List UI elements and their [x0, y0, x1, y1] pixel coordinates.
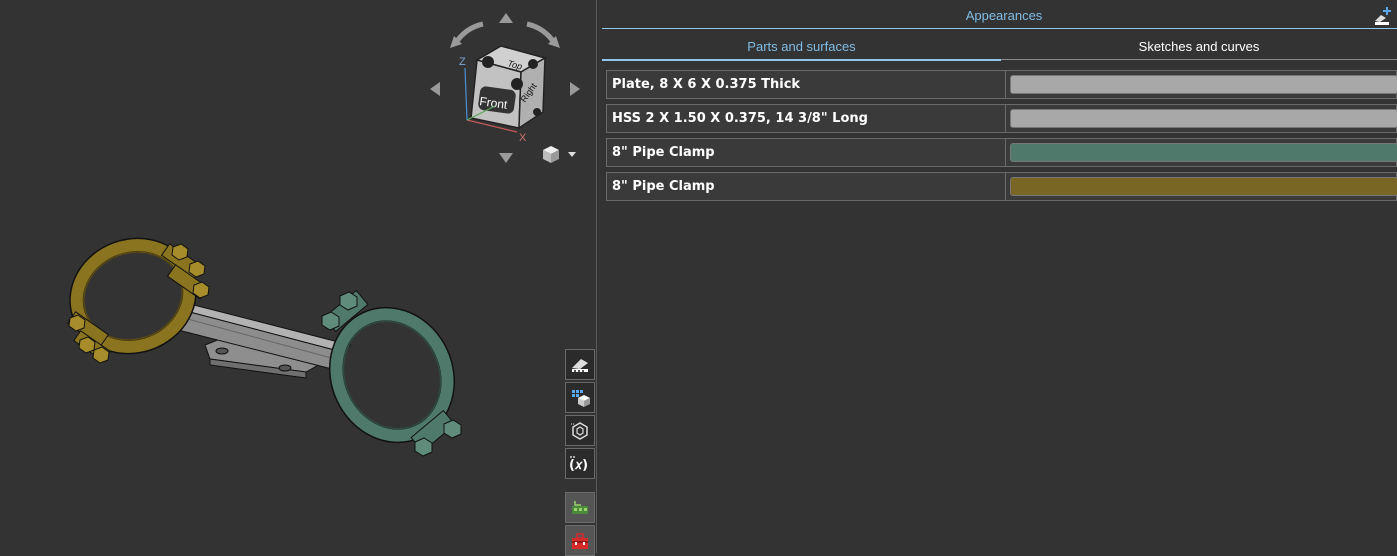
svg-text:(𝑥): (𝑥): [569, 458, 588, 473]
variables-icon: (𝑥): [569, 455, 588, 473]
part-name: HSS 2 X 1.50 X 0.375, 14 3/8" Long: [612, 111, 868, 126]
rotate-down-icon: [499, 153, 513, 163]
title-underline: [602, 28, 1397, 29]
part-row[interactable]: HSS 2 X 1.50 X 0.375, 14 3/8" Long: [606, 104, 1397, 133]
toolbox-button[interactable]: [565, 525, 595, 556]
gold-pipe-clamp[interactable]: [62, 230, 210, 364]
panel-title: Appearances: [965, 8, 1043, 23]
color-swatch[interactable]: [1010, 177, 1397, 196]
toolbox-icon: [572, 532, 588, 549]
part-name: 8" Pipe Clamp: [612, 179, 715, 194]
svg-text:Z: Z: [459, 56, 466, 68]
mate-features-icon: [571, 421, 588, 440]
appearance-panel-button[interactable]: [565, 349, 595, 380]
color-swatch[interactable]: [1010, 75, 1397, 94]
part-row[interactable]: Plate, 8 X 6 X 0.375 Thick: [606, 70, 1397, 99]
graphics-viewport[interactable]: Top Front Right Z X: [0, 0, 597, 553]
view-options-icon[interactable]: [543, 146, 576, 163]
insert-parts-button[interactable]: [565, 492, 595, 523]
tab-parts-and-surfaces[interactable]: Parts and surfaces: [602, 38, 1001, 61]
variables-button[interactable]: (𝑥): [565, 448, 595, 479]
color-swatch[interactable]: [1010, 109, 1397, 128]
instances-icon: [572, 389, 590, 407]
insert-parts-icon: [572, 500, 588, 514]
panel-divider[interactable]: [596, 0, 597, 553]
view-cube[interactable]: Top Front Right Z X: [425, 8, 585, 178]
rotate-left-icon: [430, 82, 440, 96]
part-row[interactable]: 8" Pipe Clamp: [606, 172, 1397, 201]
part-row[interactable]: 8" Pipe Clamp: [606, 138, 1397, 167]
color-swatch[interactable]: [1010, 143, 1397, 162]
instances-button[interactable]: [565, 382, 595, 413]
appearances-panel: Appearances Parts and surfaces Sketches …: [598, 0, 1397, 553]
svg-text:X: X: [519, 132, 527, 144]
part-name: 8" Pipe Clamp: [612, 145, 715, 160]
mate-features-button[interactable]: [565, 415, 595, 446]
chevron-down-icon: [568, 152, 576, 157]
rotate-right-icon: [570, 82, 580, 96]
part-name: Plate, 8 X 6 X 0.375 Thick: [612, 77, 801, 92]
tab-sketches-and-curves[interactable]: Sketches and curves: [1001, 38, 1397, 60]
rotate-up-icon: [499, 13, 513, 23]
green-pipe-clamp[interactable]: [317, 289, 467, 457]
appearance-panel-icon: [572, 358, 588, 372]
add-appearance-icon[interactable]: [1373, 6, 1395, 26]
